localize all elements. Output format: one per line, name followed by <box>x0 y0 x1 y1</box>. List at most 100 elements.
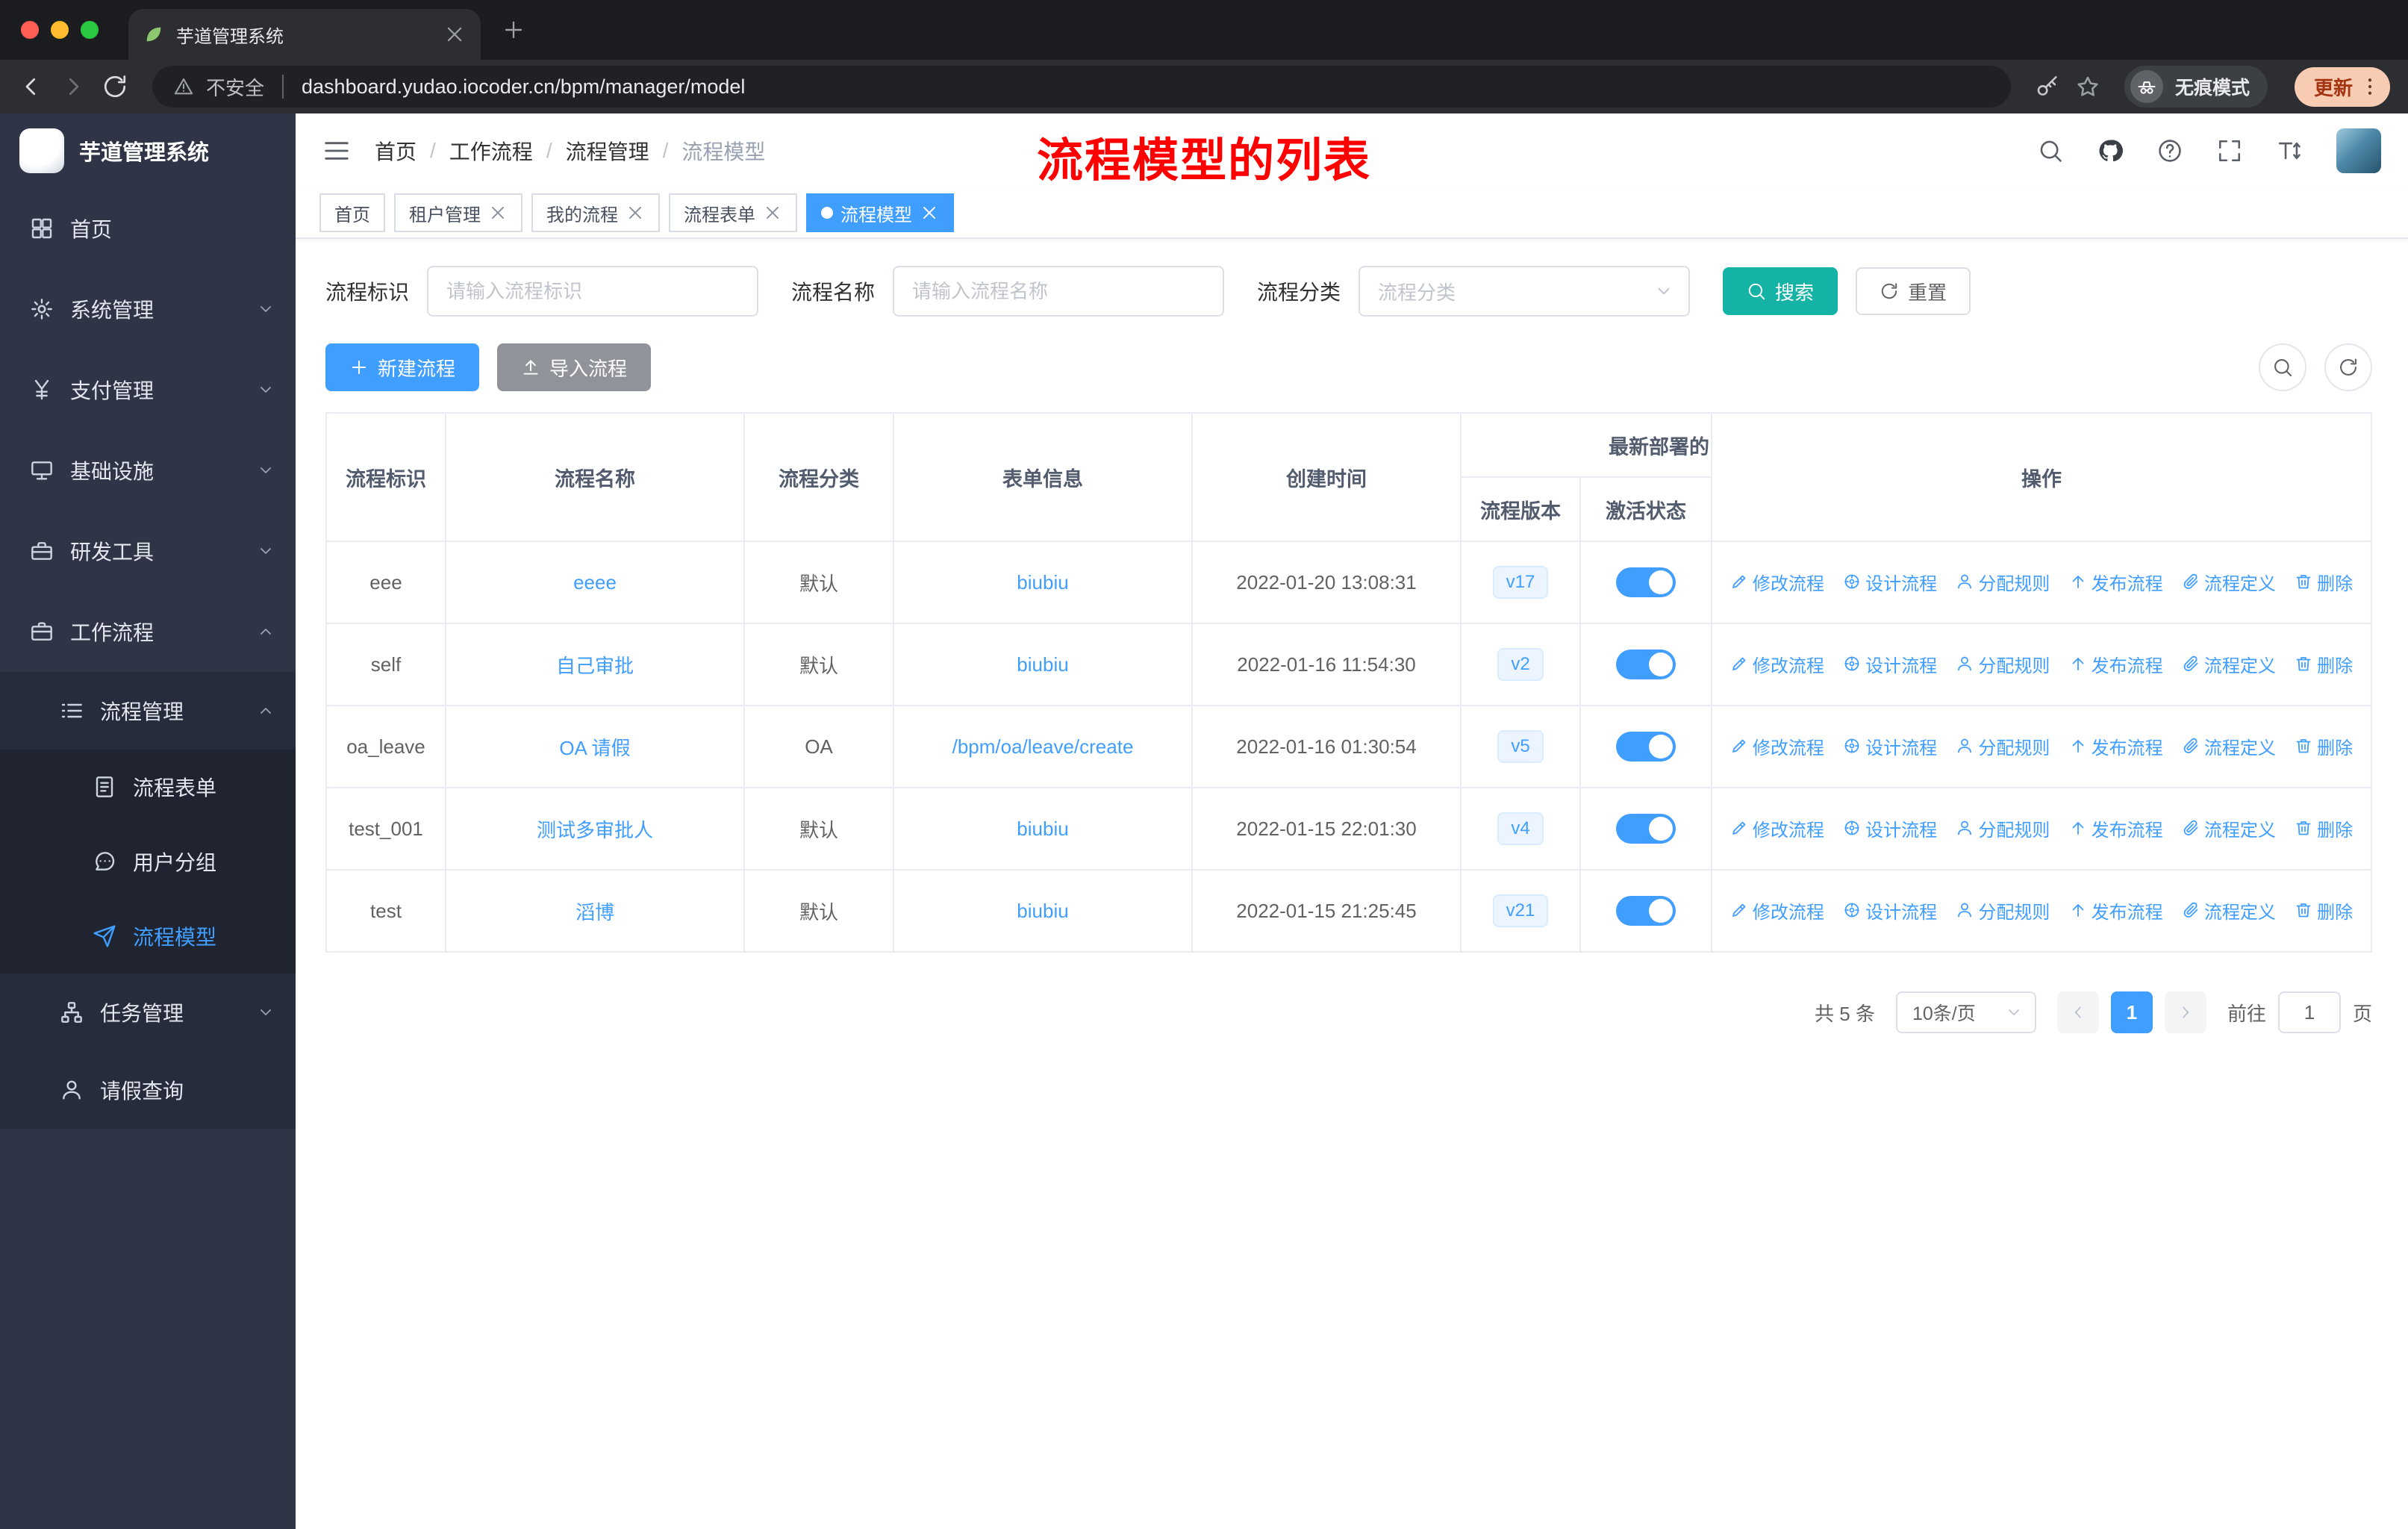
sidebar-item-workflow[interactable]: 工作流程 <box>0 591 296 672</box>
active-toggle[interactable] <box>1616 896 1676 926</box>
sidebar-item-infra[interactable]: 基础设施 <box>0 430 296 511</box>
tag-my-process[interactable]: 我的流程 <box>531 193 660 232</box>
modify-flow-link[interactable]: 修改流程 <box>1730 651 1824 677</box>
active-toggle[interactable] <box>1616 567 1676 597</box>
flow-definition-link[interactable]: 流程定义 <box>2182 651 2276 677</box>
sidebar-item-leave-query[interactable]: 请假查询 <box>0 1051 296 1129</box>
modify-flow-link[interactable]: 修改流程 <box>1730 733 1824 759</box>
password-key-icon[interactable] <box>2035 74 2060 99</box>
address-bar[interactable]: 不安全 dashboard.yudao.iocoder.cn/bpm/manag… <box>152 66 2011 108</box>
browser-menu-dots-icon[interactable] <box>2359 75 2381 98</box>
publish-flow-link[interactable]: 发布流程 <box>2069 569 2163 595</box>
close-icon[interactable] <box>763 203 782 222</box>
sidebar-item-system[interactable]: 系统管理 <box>0 269 296 349</box>
design-flow-link[interactable]: 设计流程 <box>1843 897 1937 924</box>
sidebar-item-payment[interactable]: 支付管理 <box>0 349 296 430</box>
assign-rule-link[interactable]: 分配规则 <box>1956 569 2050 595</box>
assign-rule-link[interactable]: 分配规则 <box>1956 651 2050 677</box>
forward-button[interactable] <box>60 73 87 100</box>
publish-flow-link[interactable]: 发布流程 <box>2069 733 2163 759</box>
goto-page-input[interactable] <box>2277 991 2341 1033</box>
breadcrumb-home[interactable]: 首页 <box>375 136 417 166</box>
refresh-table-button[interactable] <box>2324 343 2372 391</box>
close-window-button[interactable] <box>21 21 39 39</box>
close-icon[interactable] <box>626 203 645 222</box>
close-icon[interactable] <box>920 203 939 222</box>
reset-button[interactable]: 重置 <box>1856 267 1971 315</box>
page-size-select[interactable]: 10条/页 <box>1895 991 2036 1033</box>
import-flow-button[interactable]: 导入流程 <box>497 343 652 391</box>
toggle-search-button[interactable] <box>2259 343 2306 391</box>
minimize-window-button[interactable] <box>51 21 69 39</box>
version-badge[interactable]: v4 <box>1497 812 1544 846</box>
form-info-link[interactable]: biubiu <box>1017 900 1068 922</box>
modify-flow-link[interactable]: 修改流程 <box>1730 569 1824 595</box>
close-tab-icon[interactable] <box>443 23 466 46</box>
design-flow-link[interactable]: 设计流程 <box>1843 815 1937 841</box>
delete-flow-link[interactable]: 删除 <box>2295 651 2353 677</box>
flow-definition-link[interactable]: 流程定义 <box>2182 733 2276 759</box>
version-badge[interactable]: v17 <box>1492 565 1549 600</box>
next-page-button[interactable] <box>2164 991 2206 1033</box>
flow-definition-link[interactable]: 流程定义 <box>2182 569 2276 595</box>
tag-process-model[interactable]: 流程模型 <box>806 193 954 232</box>
close-icon[interactable] <box>488 203 508 222</box>
breadcrumb-process-mgmt[interactable]: 流程管理 <box>566 136 649 166</box>
flow-id-input[interactable] <box>427 266 759 317</box>
delete-flow-link[interactable]: 删除 <box>2295 815 2353 841</box>
search-button[interactable]: 搜索 <box>1723 267 1838 315</box>
reload-button[interactable] <box>102 73 128 100</box>
form-info-link[interactable]: biubiu <box>1017 653 1068 676</box>
sidebar-item-process-form[interactable]: 流程表单 <box>0 750 296 824</box>
back-button[interactable] <box>18 73 45 100</box>
bookmark-star-icon[interactable] <box>2075 74 2100 99</box>
form-info-link[interactable]: biubiu <box>1017 571 1068 594</box>
tag-tenant[interactable]: 租户管理 <box>394 193 523 232</box>
new-tab-button[interactable] <box>502 18 525 42</box>
form-info-link[interactable]: biubiu <box>1017 818 1068 840</box>
flow-name-link[interactable]: 自己审批 <box>556 655 634 677</box>
help-icon[interactable] <box>2157 138 2183 164</box>
delete-flow-link[interactable]: 删除 <box>2295 733 2353 759</box>
sidebar-item-process-model[interactable]: 流程模型 <box>0 899 296 974</box>
flow-category-select[interactable]: 流程分类 <box>1359 266 1691 317</box>
form-info-link[interactable]: /bpm/oa/leave/create <box>952 735 1134 758</box>
publish-flow-link[interactable]: 发布流程 <box>2069 651 2163 677</box>
search-icon[interactable] <box>2038 138 2063 164</box>
sidebar-item-user-group[interactable]: 用户分组 <box>0 824 296 899</box>
create-flow-button[interactable]: 新建流程 <box>325 343 480 391</box>
modify-flow-link[interactable]: 修改流程 <box>1730 815 1824 841</box>
publish-flow-link[interactable]: 发布流程 <box>2069 897 2163 924</box>
sidebar-item-process-mgmt[interactable]: 流程管理 <box>0 672 296 750</box>
delete-flow-link[interactable]: 删除 <box>2295 897 2353 924</box>
active-toggle[interactable] <box>1616 814 1676 844</box>
collapse-sidebar-icon[interactable] <box>322 137 351 165</box>
delete-flow-link[interactable]: 删除 <box>2295 569 2353 595</box>
github-icon[interactable] <box>2097 138 2123 164</box>
breadcrumb-workflow[interactable]: 工作流程 <box>449 136 533 166</box>
assign-rule-link[interactable]: 分配规则 <box>1956 815 2050 841</box>
publish-flow-link[interactable]: 发布流程 <box>2069 815 2163 841</box>
flow-definition-link[interactable]: 流程定义 <box>2182 815 2276 841</box>
modify-flow-link[interactable]: 修改流程 <box>1730 897 1824 924</box>
flow-definition-link[interactable]: 流程定义 <box>2182 897 2276 924</box>
tag-home[interactable]: 首页 <box>319 193 385 232</box>
sidebar-item-task-mgmt[interactable]: 任务管理 <box>0 974 296 1051</box>
tag-process-form[interactable]: 流程表单 <box>669 193 797 232</box>
active-toggle[interactable] <box>1616 650 1676 679</box>
version-badge[interactable]: v5 <box>1497 729 1544 764</box>
assign-rule-link[interactable]: 分配规则 <box>1956 733 2050 759</box>
design-flow-link[interactable]: 设计流程 <box>1843 651 1937 677</box>
flow-name-link[interactable]: OA 请假 <box>559 737 630 759</box>
prev-page-button[interactable] <box>2056 991 2099 1033</box>
sidebar-item-devtools[interactable]: 研发工具 <box>0 511 296 591</box>
flow-name-link[interactable]: 测试多审批人 <box>537 819 653 841</box>
design-flow-link[interactable]: 设计流程 <box>1843 569 1937 595</box>
user-avatar[interactable] <box>2336 128 2381 173</box>
active-toggle[interactable] <box>1616 732 1676 762</box>
flow-name-link[interactable]: eeee <box>573 571 617 594</box>
assign-rule-link[interactable]: 分配规则 <box>1956 897 2050 924</box>
flow-name-link[interactable]: 滔博 <box>576 901 614 924</box>
browser-tab[interactable]: 芋道管理系统 <box>128 9 481 60</box>
design-flow-link[interactable]: 设计流程 <box>1843 733 1937 759</box>
